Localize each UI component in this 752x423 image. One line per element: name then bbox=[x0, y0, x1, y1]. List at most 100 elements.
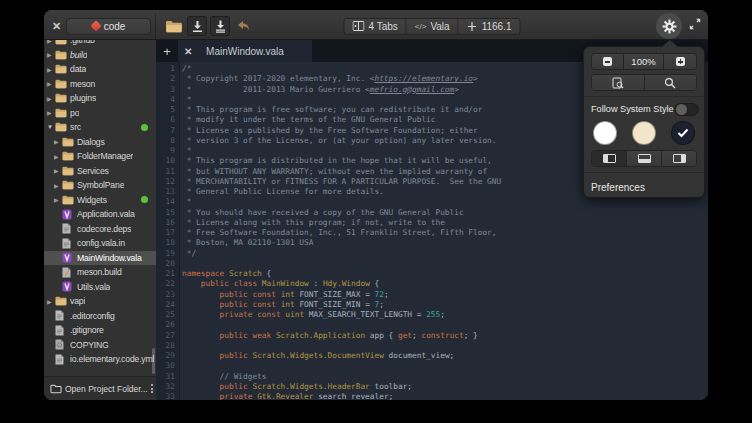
tree-item-copying[interactable]: COPYING bbox=[44, 338, 156, 353]
language-button[interactable]: </> Vala bbox=[407, 19, 459, 34]
git-status-badge bbox=[141, 196, 148, 203]
tree-item-io-elementary-code-yml[interactable]: io.elementary.code.yml bbox=[44, 352, 156, 367]
code-line: * License along with this program; if no… bbox=[182, 218, 445, 227]
tabs-overview-button[interactable]: 4 Tabs bbox=[345, 19, 407, 34]
expander-icon[interactable]: ▶ bbox=[47, 109, 55, 116]
open-project-folder-button[interactable]: Open Project Folder... bbox=[44, 376, 156, 400]
tree-item-vapi[interactable]: ▶vapi bbox=[44, 294, 156, 309]
preferences-menu-item[interactable]: Preferences bbox=[591, 177, 697, 197]
meson-icon bbox=[62, 267, 74, 278]
fullscreen-icon bbox=[688, 17, 702, 31]
folder-icon bbox=[62, 136, 74, 147]
settings-button[interactable] bbox=[656, 13, 682, 39]
tree-item-codecore-deps[interactable]: codecore.deps bbox=[44, 222, 156, 237]
tree-item-services[interactable]: ▶Services bbox=[44, 164, 156, 179]
tree-item-meson[interactable]: ▶meson bbox=[44, 77, 156, 92]
folder-icon bbox=[55, 296, 67, 307]
sidebar-scrollbar[interactable] bbox=[152, 348, 155, 374]
tree-item-utils-vala[interactable]: Utils.vala bbox=[44, 280, 156, 295]
tree-item-label: build bbox=[70, 50, 87, 60]
panel-left-button[interactable] bbox=[592, 151, 627, 166]
tab-close-icon[interactable]: ✕ bbox=[184, 46, 196, 57]
copy-icon bbox=[55, 339, 67, 350]
expander-icon[interactable]: ▶ bbox=[47, 66, 55, 73]
find-button[interactable] bbox=[645, 75, 697, 90]
expander-icon[interactable]: ▶ bbox=[47, 95, 55, 102]
expander-icon[interactable]: ▶ bbox=[47, 298, 55, 305]
follow-system-style-label: Follow System Style bbox=[591, 104, 674, 114]
file-icon bbox=[62, 238, 74, 249]
tree-item-po[interactable]: ▶ po bbox=[44, 106, 156, 121]
vala-icon bbox=[62, 281, 74, 292]
tree-item-src[interactable]: ▼src bbox=[44, 120, 156, 135]
vala-icon bbox=[62, 209, 74, 220]
tab-mainwindow[interactable]: ✕ MainWindow.vala bbox=[178, 40, 312, 62]
code-line: * This program is free software; you can… bbox=[182, 105, 482, 114]
tree-item-build[interactable]: ▶ build bbox=[44, 48, 156, 63]
expander-icon[interactable]: ▶ bbox=[54, 196, 62, 203]
tree-item-label: MainWindow.vala bbox=[77, 253, 142, 263]
tree-item-mainwindow-vala[interactable]: MainWindow.vala bbox=[44, 251, 156, 266]
expander-icon[interactable]: ▶ bbox=[54, 182, 62, 189]
save-button[interactable] bbox=[187, 16, 207, 36]
open-folder-button[interactable] bbox=[164, 16, 184, 36]
expander-icon[interactable]: ▶ bbox=[47, 80, 55, 87]
panel-right-button[interactable] bbox=[662, 151, 696, 166]
tree-item-label: .github bbox=[70, 40, 95, 45]
expander-icon[interactable]: ▶ bbox=[47, 40, 55, 44]
folder-icon bbox=[62, 151, 74, 162]
expander-icon[interactable]: ▶ bbox=[54, 138, 62, 145]
theme-dark-option[interactable] bbox=[671, 121, 695, 145]
gear-icon bbox=[662, 19, 677, 34]
sidebar-header: ✕ code bbox=[44, 13, 156, 39]
revert-button[interactable] bbox=[233, 16, 253, 36]
tree-item-config-vala-in[interactable]: config.vala.in bbox=[44, 236, 156, 251]
expander-icon[interactable]: ▶ bbox=[47, 51, 55, 58]
save-as-button[interactable] bbox=[210, 16, 230, 36]
expander-icon[interactable]: ▼ bbox=[47, 124, 55, 130]
code-line: * Boston, MA 02110-1301 USA bbox=[182, 238, 313, 247]
panel-bottom-button[interactable] bbox=[627, 151, 662, 166]
code-line: public const int FONT_SIZE_MIN = 7; bbox=[182, 300, 384, 309]
zoom-in-button[interactable] bbox=[664, 54, 696, 69]
tree-item-plugins[interactable]: ▶plugins bbox=[44, 91, 156, 106]
find-in-files-button[interactable] bbox=[592, 75, 645, 90]
code-line: * This program is distributed in the hop… bbox=[182, 156, 492, 165]
file-icon bbox=[55, 325, 67, 336]
fullscreen-button[interactable] bbox=[688, 17, 702, 35]
goto-line-button[interactable]: 1166.1 bbox=[459, 19, 520, 34]
tree-item-dialogs[interactable]: ▶ Dialogs bbox=[44, 135, 156, 150]
goto-line-icon bbox=[467, 21, 478, 32]
app-window: ✕ code bbox=[44, 10, 708, 400]
code-line: public Scratch.Widgets.HeaderBar toolbar… bbox=[182, 382, 412, 391]
tree-item-label: Dialogs bbox=[77, 137, 105, 147]
tree-item-meson-build[interactable]: meson.build bbox=[44, 265, 156, 280]
zoom-out-button[interactable] bbox=[592, 54, 624, 69]
panel-left-icon bbox=[603, 154, 616, 163]
tree-item-data[interactable]: ▶data bbox=[44, 62, 156, 77]
theme-light-option[interactable] bbox=[593, 121, 617, 145]
tree-item-symbolpane[interactable]: ▶ SymbolPane bbox=[44, 178, 156, 193]
theme-sepia-option[interactable] bbox=[632, 121, 656, 145]
tree-item--gitignore[interactable]: .gitignore bbox=[44, 323, 156, 338]
tree-item--editorconfig[interactable]: .editorconfig bbox=[44, 309, 156, 324]
tree-item-label: meson.build bbox=[77, 267, 122, 277]
theme-options bbox=[591, 117, 697, 150]
window-close-button[interactable]: ✕ bbox=[52, 20, 66, 33]
panel-right-icon bbox=[673, 154, 686, 163]
tree-item-foldermanager[interactable]: ▶FolderManager bbox=[44, 149, 156, 164]
follow-system-style-toggle[interactable] bbox=[674, 103, 699, 116]
sidebar-menu-button[interactable] bbox=[151, 384, 155, 393]
zoom-level[interactable]: 100% bbox=[624, 54, 664, 69]
expander-icon[interactable]: ▶ bbox=[54, 153, 62, 160]
folder-icon bbox=[55, 122, 67, 133]
project-button[interactable]: code bbox=[66, 18, 151, 35]
expander-icon[interactable]: ▶ bbox=[54, 167, 62, 174]
tree-item-label: po bbox=[70, 108, 79, 118]
tree-item-application-vala[interactable]: Application.vala bbox=[44, 207, 156, 222]
vala-icon bbox=[62, 252, 74, 263]
new-tab-button[interactable]: + bbox=[156, 40, 178, 62]
tree-item-label: SymbolPane bbox=[77, 180, 124, 190]
tree-item-widgets[interactable]: ▶Widgets bbox=[44, 193, 156, 208]
tree-item--github[interactable]: ▶ .github bbox=[44, 40, 156, 48]
